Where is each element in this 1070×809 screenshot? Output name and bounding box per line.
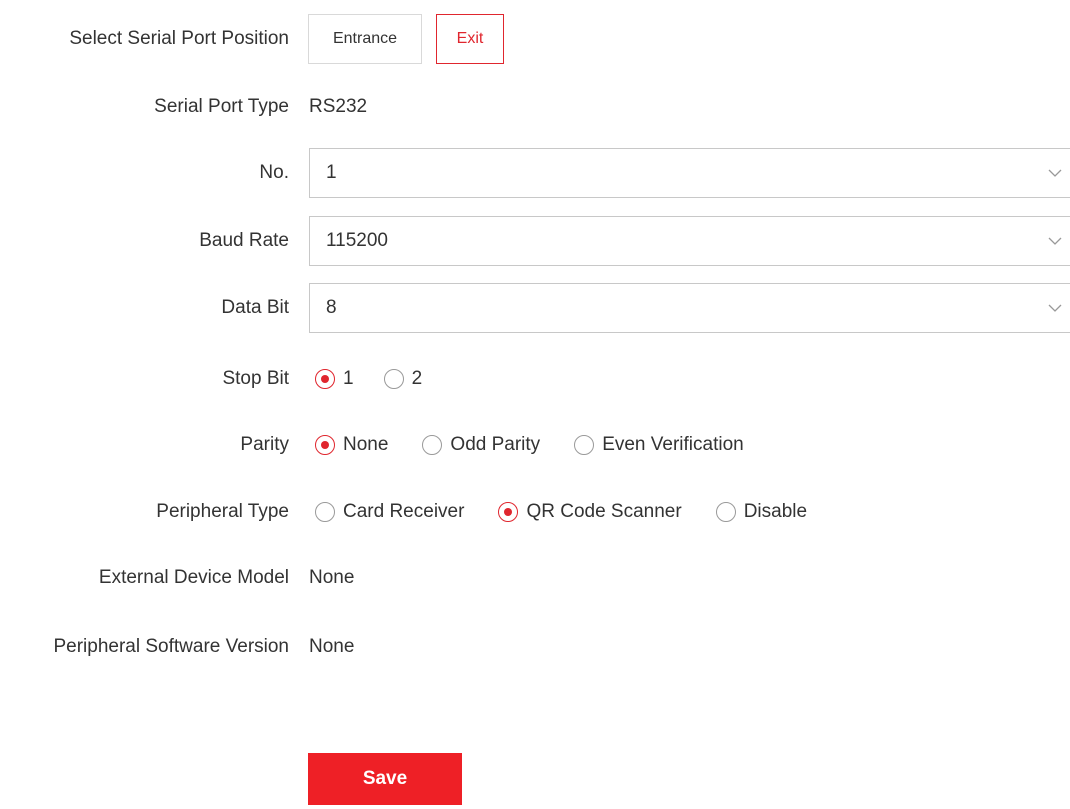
stop-bit-row: Stop Bit 1 2 (0, 364, 1070, 394)
data-bit-select[interactable]: 8 (309, 283, 1070, 333)
peripheral-software-version-label: Peripheral Software Version (53, 636, 289, 657)
parity-option-none[interactable]: None (315, 434, 388, 456)
stop-bit-radio-group: 1 2 (315, 368, 456, 390)
radio-unchecked-icon[interactable] (315, 502, 335, 522)
radio-unchecked-icon[interactable] (715, 502, 736, 522)
peripheral-type-option-qr-code-scanner[interactable]: QR Code Scanner (498, 501, 682, 523)
data-bit-row: Data Bit 8 (0, 283, 1070, 333)
parity-row: Parity None Odd Parity Even Verification (0, 430, 1070, 460)
external-device-model-label: External Device Model (98, 567, 289, 588)
save-button[interactable]: Save (308, 753, 462, 805)
radio-unchecked-icon[interactable] (574, 435, 595, 455)
serial-port-type-row: Serial Port Type RS232 (0, 92, 1070, 122)
baud-rate-select-value: 115200 (326, 230, 388, 251)
no-row: No. 1 (0, 148, 1070, 198)
serial-port-position-label: Select Serial Port Position (69, 28, 289, 49)
data-bit-select-value: 8 (326, 297, 337, 318)
exit-button[interactable]: Exit (436, 14, 504, 64)
stop-bit-option-2[interactable]: 2 (383, 368, 423, 390)
radio-checked-icon[interactable] (315, 435, 335, 455)
no-select-value: 1 (326, 162, 337, 183)
radio-checked-icon[interactable] (315, 369, 335, 389)
serial-port-position-toggle: Entrance Exit (308, 14, 504, 64)
baud-rate-row: Baud Rate 115200 (0, 216, 1070, 266)
no-label: No. (259, 162, 289, 183)
parity-option-even[interactable]: Even Verification (574, 434, 744, 456)
parity-option-none-label: None (343, 434, 389, 455)
baud-rate-label: Baud Rate (199, 230, 289, 251)
serial-port-type-label: Serial Port Type (154, 96, 289, 117)
peripheral-type-option-card-receiver-label: Card Receiver (343, 501, 465, 522)
parity-radio-group: None Odd Parity Even Verification (315, 434, 778, 456)
entrance-button[interactable]: Entrance (308, 14, 422, 64)
serial-port-type-value: RS232 (309, 96, 368, 117)
peripheral-software-version-value: None (309, 636, 355, 657)
serial-port-settings-form: Select Serial Port Position Entrance Exi… (0, 0, 1070, 809)
no-select[interactable]: 1 (309, 148, 1070, 198)
radio-checked-icon[interactable] (498, 502, 519, 522)
external-device-model-value: None (309, 567, 355, 588)
peripheral-type-row: Peripheral Type Card Receiver QR Code Sc… (0, 497, 1070, 527)
parity-option-odd[interactable]: Odd Parity (422, 434, 540, 456)
parity-option-odd-label: Odd Parity (450, 434, 541, 455)
chevron-down-icon (1048, 169, 1062, 177)
peripheral-type-option-card-receiver[interactable]: Card Receiver (315, 501, 464, 523)
external-device-model-row: External Device Model None (0, 563, 1070, 593)
serial-port-position-row: Select Serial Port Position Entrance Exi… (0, 14, 1070, 64)
parity-label: Parity (240, 434, 289, 455)
peripheral-software-version-row: Peripheral Software Version None (0, 632, 1070, 662)
peripheral-type-radio-group: Card Receiver QR Code Scanner Disable (315, 501, 841, 523)
peripheral-type-option-disable-label: Disable (743, 501, 808, 522)
data-bit-label: Data Bit (221, 297, 289, 318)
peripheral-type-option-qr-code-scanner-label: QR Code Scanner (526, 501, 682, 522)
stop-bit-label: Stop Bit (222, 368, 289, 389)
parity-option-even-label: Even Verification (602, 434, 744, 455)
peripheral-type-label: Peripheral Type (156, 501, 289, 522)
stop-bit-option-2-label: 2 (411, 368, 423, 389)
peripheral-type-option-disable[interactable]: Disable (715, 501, 808, 523)
radio-unchecked-icon[interactable] (422, 435, 443, 455)
radio-unchecked-icon[interactable] (383, 369, 404, 389)
baud-rate-select[interactable]: 115200 (309, 216, 1070, 266)
chevron-down-icon (1048, 237, 1062, 245)
stop-bit-option-1-label: 1 (343, 368, 354, 389)
stop-bit-option-1[interactable]: 1 (315, 368, 354, 390)
chevron-down-icon (1048, 304, 1062, 312)
